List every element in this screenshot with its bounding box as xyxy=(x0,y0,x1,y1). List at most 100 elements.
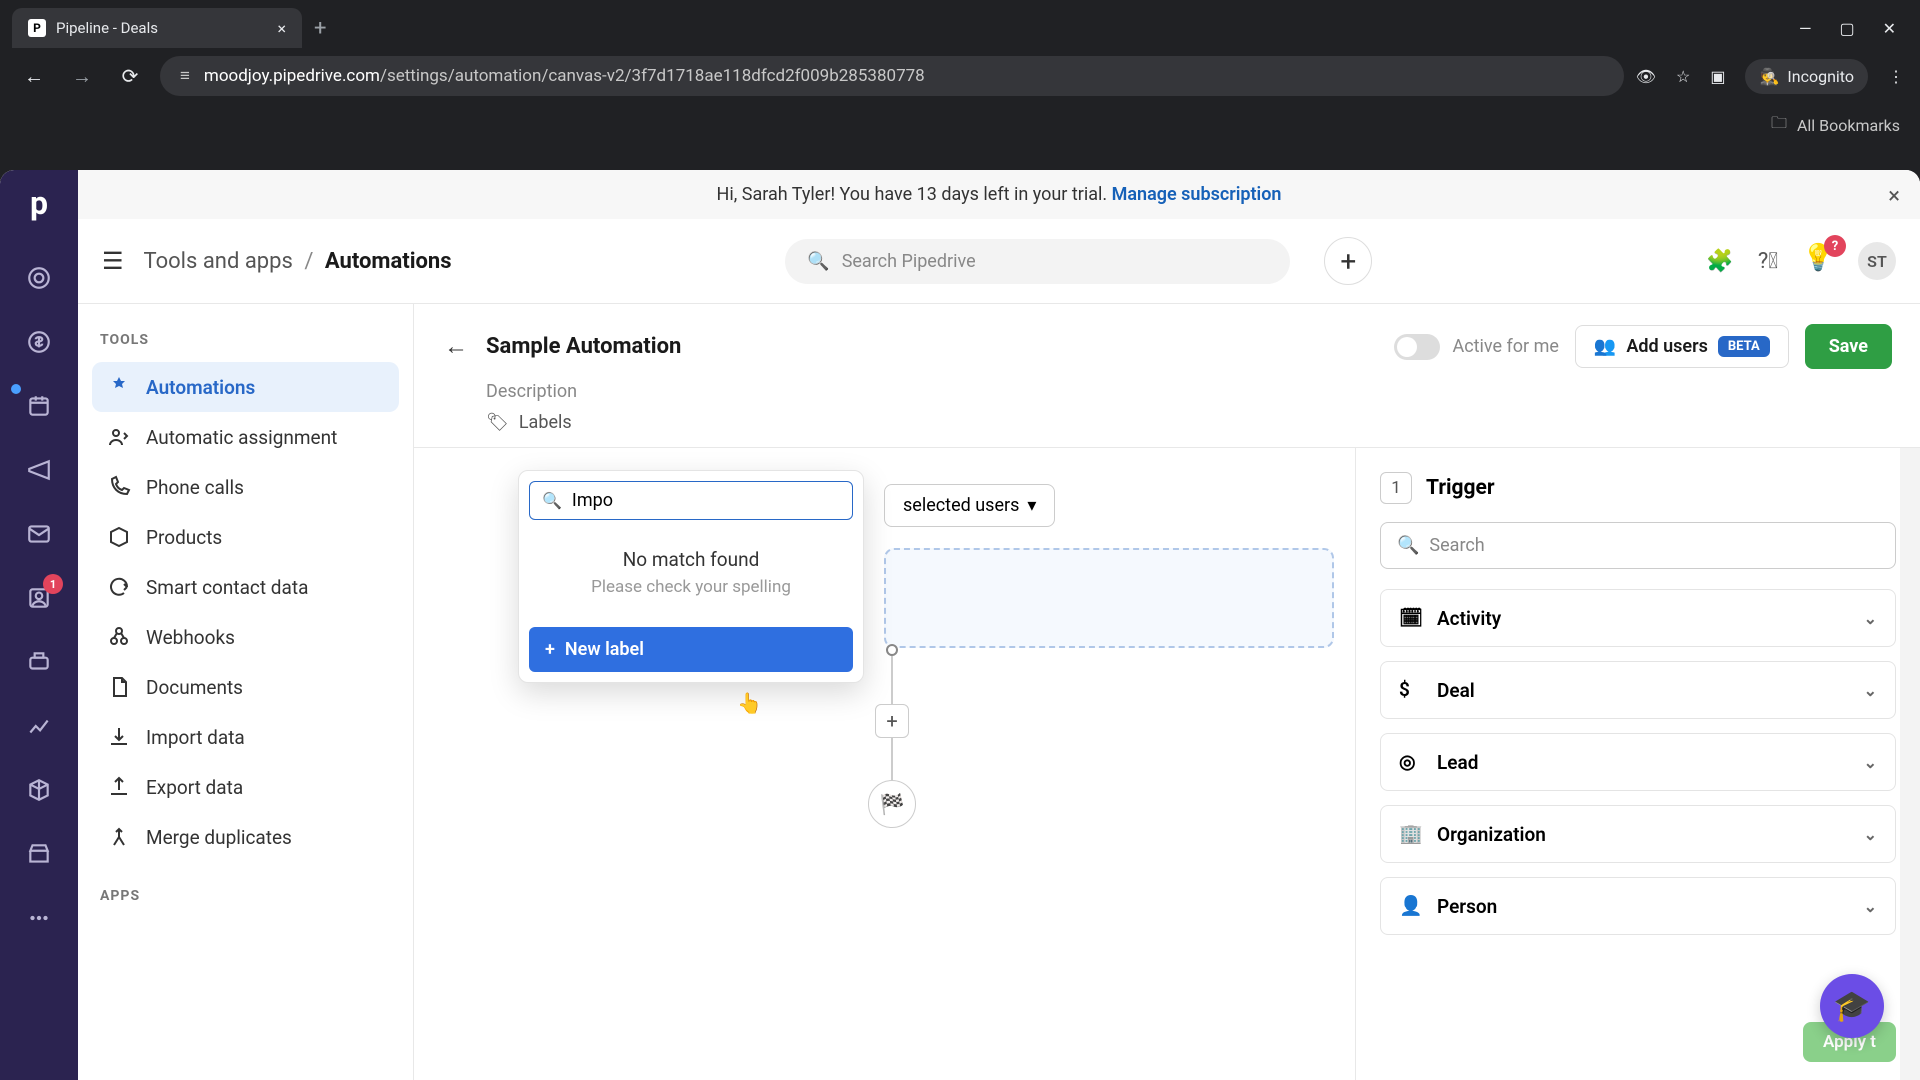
sidebar-item-products[interactable]: Products xyxy=(92,512,399,562)
search-icon: 🔍 xyxy=(807,251,829,272)
phone-icon xyxy=(106,474,132,500)
dollar-icon: $ xyxy=(1399,678,1423,702)
nav-rail: p 1 xyxy=(0,170,78,1080)
canvas-center[interactable]: selected users ▾ + 🏁 🔍 xyxy=(414,448,1355,1080)
extensions-icon[interactable]: 🧩 xyxy=(1706,247,1734,275)
step-number: 1 xyxy=(1380,472,1412,504)
chevron-down-icon: ⌄ xyxy=(1864,753,1877,772)
bookmark-star-icon[interactable]: ☆ xyxy=(1676,67,1690,86)
sidebar-item-smart-contact[interactable]: Smart contact data xyxy=(92,562,399,612)
sidebar-label: Smart contact data xyxy=(146,576,308,599)
trigger-option-person[interactable]: 👤Person⌄ xyxy=(1380,877,1896,935)
active-toggle-label: Active for me xyxy=(1452,336,1558,357)
bookmarks-label[interactable]: All Bookmarks xyxy=(1797,116,1900,135)
cursor-icon: 👆 xyxy=(737,691,762,715)
trial-banner: Hi, Sarah Tyler! You have 13 days left i… xyxy=(78,170,1920,219)
sidebar-item-auto-assignment[interactable]: Automatic assignment xyxy=(92,412,399,462)
sidebar-item-merge[interactable]: Merge duplicates xyxy=(92,812,399,862)
browser-tab[interactable]: P Pipeline - Deals × xyxy=(12,8,302,48)
sidebar-label: Merge duplicates xyxy=(146,826,292,849)
users-dropdown[interactable]: selected users ▾ xyxy=(884,484,1055,527)
insights-icon[interactable] xyxy=(21,708,57,744)
sidebar-label: Import data xyxy=(146,726,245,749)
webhook-icon xyxy=(106,624,132,650)
reader-icon[interactable]: ▣ xyxy=(1710,67,1725,86)
incognito-badge[interactable]: 🕵 Incognito xyxy=(1745,59,1868,94)
trigger-option-label: Organization xyxy=(1437,823,1546,846)
new-label-button[interactable]: + New label xyxy=(529,627,853,672)
tab-title: Pipeline - Deals xyxy=(56,19,158,37)
no-match-text: No match found xyxy=(529,520,853,577)
badge-count: 1 xyxy=(43,574,63,594)
save-button[interactable]: Save xyxy=(1805,324,1892,369)
scrollbar[interactable] xyxy=(1900,448,1920,1080)
search-icon: 🔍 xyxy=(542,491,562,510)
trigger-search[interactable]: 🔍 Search xyxy=(1380,522,1896,569)
products-icon[interactable] xyxy=(21,772,57,808)
end-flag-icon: 🏁 xyxy=(868,780,916,828)
help-icon[interactable]: ?⃝ xyxy=(1754,247,1782,275)
add-step-button[interactable]: + xyxy=(875,704,909,738)
academy-fab[interactable]: 🎓 xyxy=(1820,974,1884,1038)
sidebar-item-webhooks[interactable]: Webhooks xyxy=(92,612,399,662)
tab-close-icon[interactable]: × xyxy=(277,19,286,38)
add-users-button[interactable]: 👥 Add users BETA xyxy=(1575,325,1789,368)
eye-off-icon[interactable]: 👁 xyxy=(1636,67,1656,86)
new-tab-button[interactable]: + xyxy=(314,16,326,41)
site-settings-icon[interactable]: ≡ xyxy=(180,66,190,86)
sidebar-item-automations[interactable]: Automations xyxy=(92,362,399,412)
export-icon xyxy=(106,774,132,800)
breadcrumb-sep: / xyxy=(304,249,313,274)
user-avatar[interactable]: ST xyxy=(1858,242,1896,280)
sidebar-item-documents[interactable]: Documents xyxy=(92,662,399,712)
trigger-placeholder[interactable] xyxy=(884,548,1334,648)
manage-subscription-link[interactable]: Manage subscription xyxy=(1112,184,1282,205)
sidebar-item-phone[interactable]: Phone calls xyxy=(92,462,399,512)
marketplace-icon[interactable] xyxy=(21,836,57,872)
company-icon[interactable] xyxy=(21,644,57,680)
quick-add-button[interactable]: + xyxy=(1324,237,1372,285)
window-controls: — ▢ ✕ xyxy=(1799,19,1908,38)
maximize-icon[interactable]: ▢ xyxy=(1839,19,1854,38)
target-icon[interactable] xyxy=(21,260,57,296)
back-icon[interactable]: ← xyxy=(16,58,52,94)
dollar-icon[interactable] xyxy=(21,324,57,360)
sidebar-item-import[interactable]: Import data xyxy=(92,712,399,762)
trigger-option-organization[interactable]: 🏢Organization⌄ xyxy=(1380,805,1896,863)
merge-icon xyxy=(106,824,132,850)
back-button[interactable]: ← xyxy=(442,333,470,361)
minimize-icon[interactable]: — xyxy=(1799,19,1812,38)
sidebar-toggle-icon[interactable]: ☰ xyxy=(102,247,124,275)
description-field[interactable]: Description xyxy=(486,381,1892,402)
global-search[interactable]: 🔍 Search Pipedrive xyxy=(785,239,1290,284)
campaigns-icon[interactable] xyxy=(21,452,57,488)
trigger-option-activity[interactable]: 🗓Activity⌄ xyxy=(1380,589,1896,647)
labels-field[interactable]: 🏷 Labels xyxy=(486,412,1892,433)
bookmarks-bar: 🗀 All Bookmarks xyxy=(0,104,1920,151)
trigger-option-label: Deal xyxy=(1437,679,1475,702)
tips-icon[interactable]: 💡? xyxy=(1802,243,1838,279)
trigger-option-deal[interactable]: $Deal⌄ xyxy=(1380,661,1896,719)
calendar-icon[interactable] xyxy=(21,388,57,424)
label-search-input[interactable] xyxy=(572,490,840,511)
url-field[interactable]: ≡ moodjoy.pipedrive.com/settings/automat… xyxy=(160,56,1624,96)
sidebar-label: Products xyxy=(146,526,222,549)
breadcrumb-parent[interactable]: Tools and apps xyxy=(144,249,293,274)
contacts-icon[interactable]: 1 xyxy=(21,580,57,616)
sidebar-item-export[interactable]: Export data xyxy=(92,762,399,812)
menu-dots-icon[interactable]: ⋮ xyxy=(1888,67,1904,86)
dropdown-label: selected users xyxy=(903,495,1019,516)
close-window-icon[interactable]: ✕ xyxy=(1883,19,1896,38)
trigger-option-lead[interactable]: ◎Lead⌄ xyxy=(1380,733,1896,791)
canvas-area: ← Sample Automation Active for me 👥 Add … xyxy=(414,304,1920,1080)
forward-icon[interactable]: → xyxy=(64,58,100,94)
more-icon[interactable] xyxy=(21,900,57,936)
calendar-icon: 🗓 xyxy=(1399,606,1423,630)
automation-title[interactable]: Sample Automation xyxy=(486,334,681,359)
banner-close-icon[interactable]: × xyxy=(1888,184,1900,209)
active-toggle[interactable] xyxy=(1394,334,1440,360)
reload-icon[interactable]: ⟳ xyxy=(112,58,148,94)
mail-icon[interactable] xyxy=(21,516,57,552)
pipedrive-logo[interactable]: p xyxy=(30,184,48,222)
new-label-text: New label xyxy=(565,639,644,660)
